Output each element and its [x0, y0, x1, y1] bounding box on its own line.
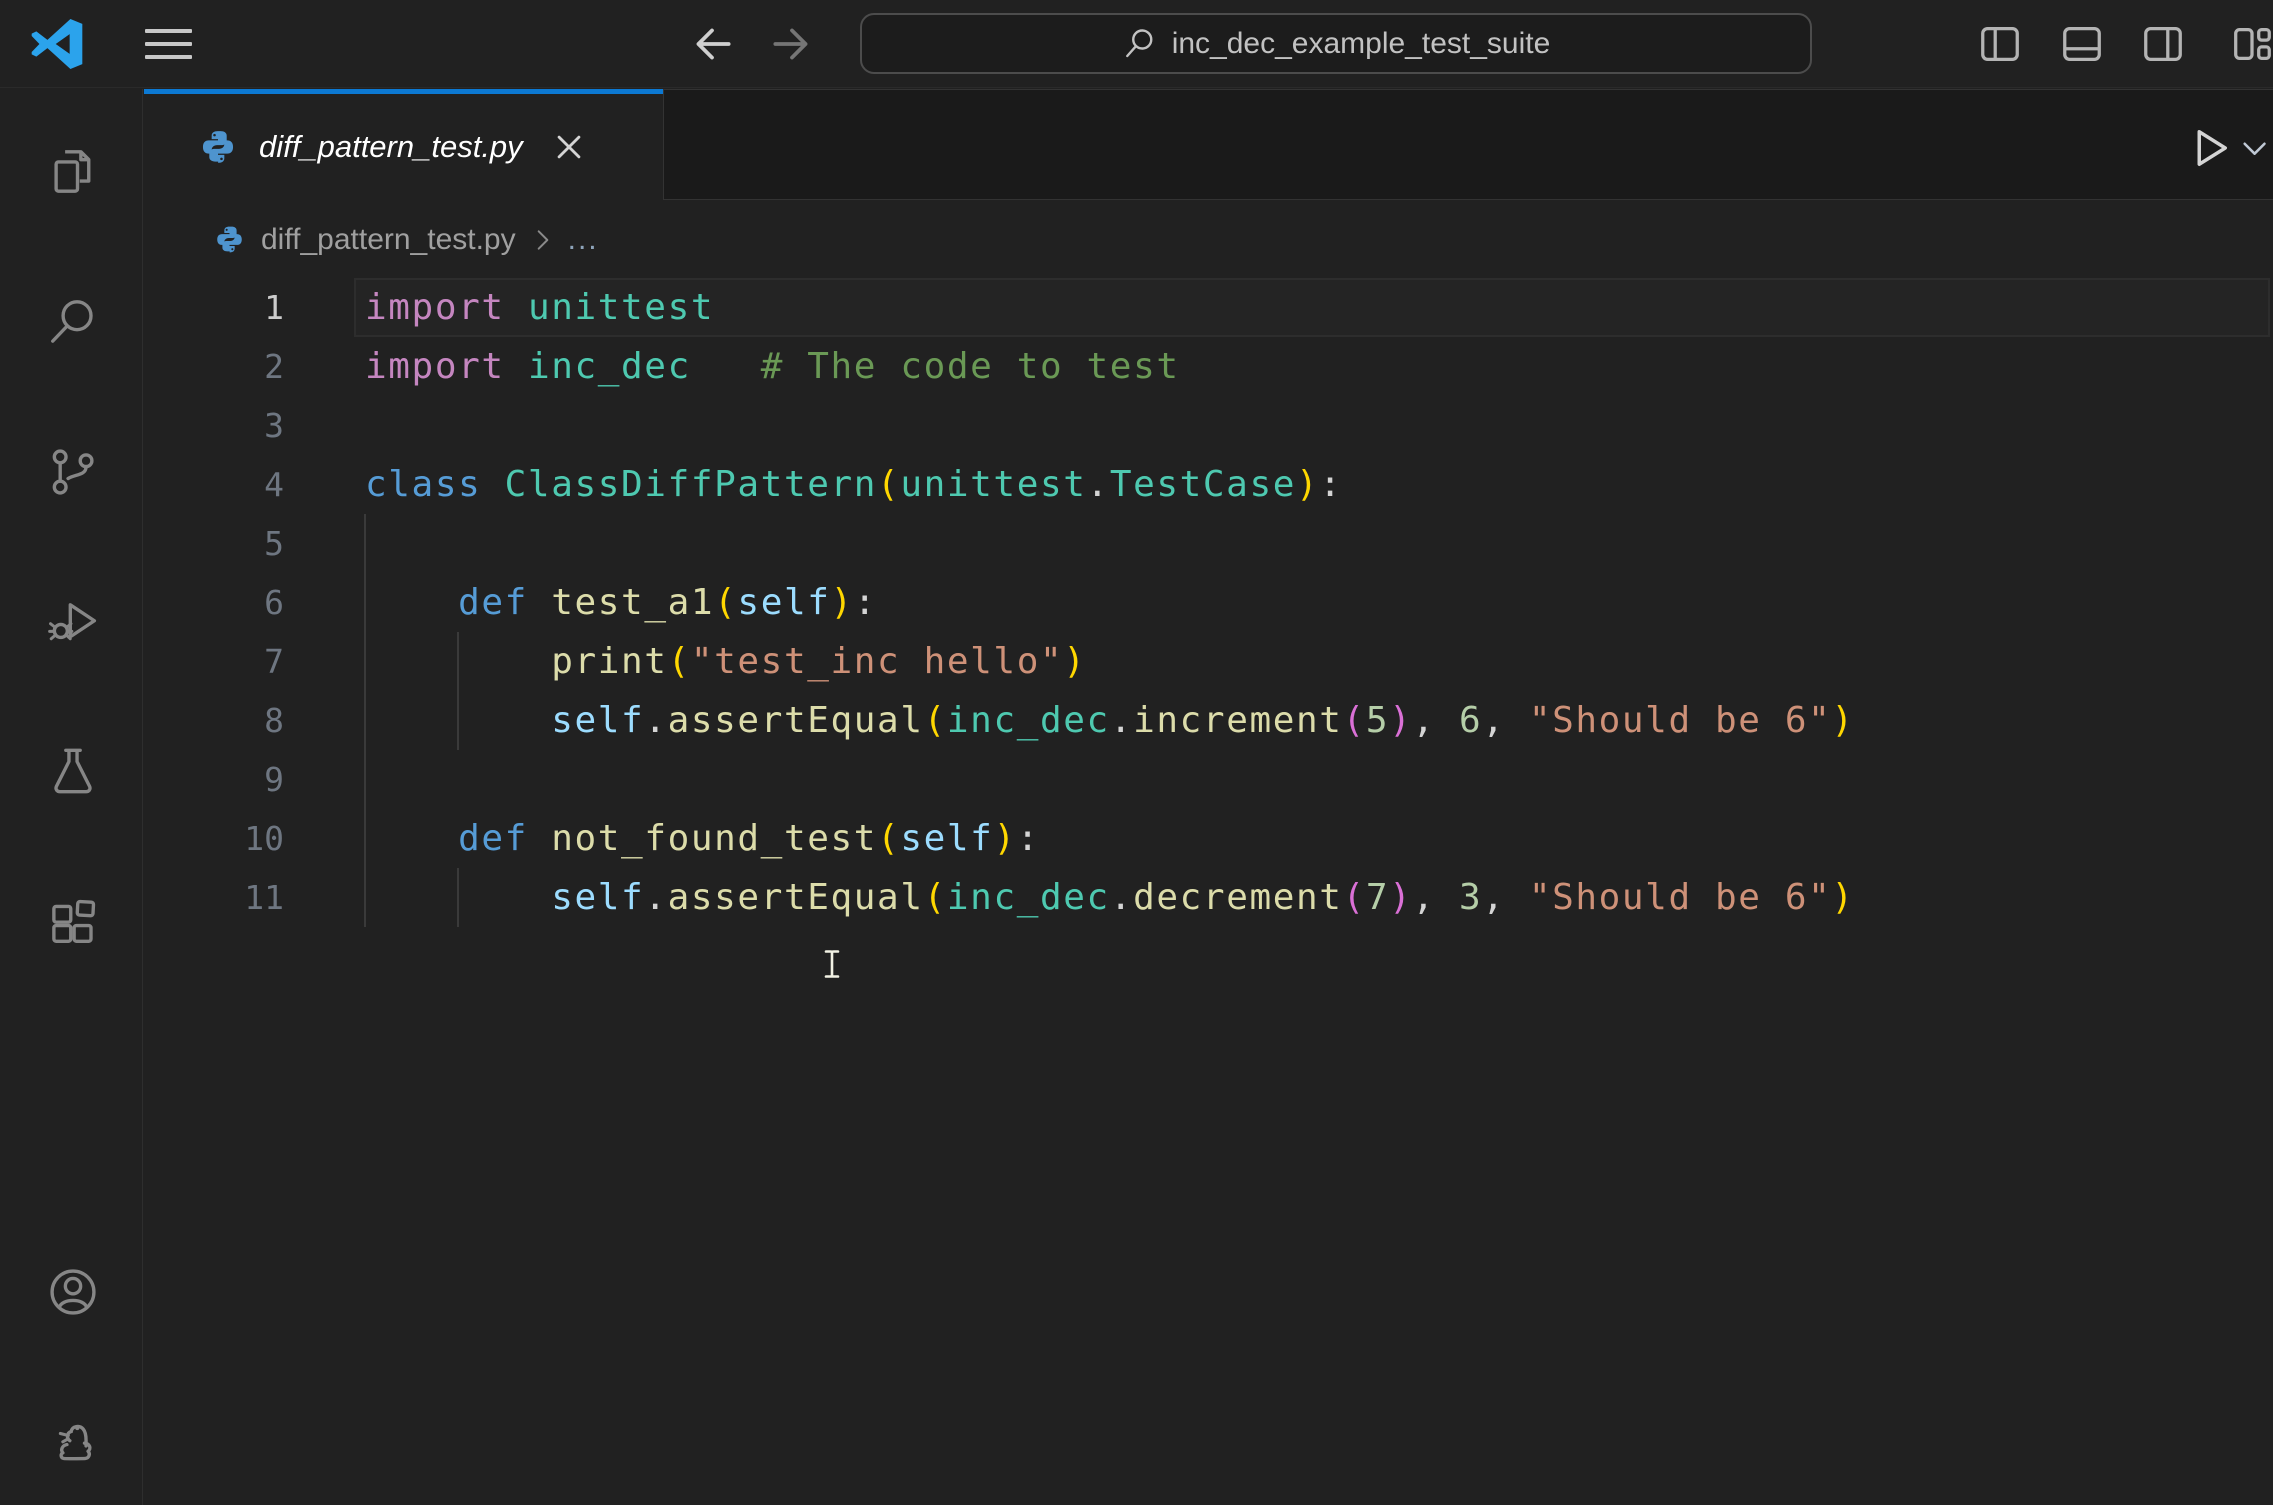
breadcrumb: diff_pattern_test.py ... [144, 201, 2273, 278]
toggle-primary-sidebar-icon[interactable] [1972, 16, 2028, 72]
python-environment-icon[interactable] [46, 1411, 100, 1465]
code-text: import inc_dec # The code to test [365, 346, 1180, 387]
code-line[interactable]: 11 self.assertEqual(inc_dec.decrement(7)… [144, 868, 2273, 927]
search-value: inc_dec_example_test_suite [1171, 26, 1551, 60]
run-and-debug-icon[interactable] [46, 594, 100, 648]
python-file-icon [214, 224, 245, 255]
line-number: 7 [264, 642, 284, 681]
run-python-file-button[interactable] [2179, 118, 2239, 178]
code-text: import unittest [365, 287, 715, 328]
line-number: 2 [264, 347, 284, 386]
accounts-icon[interactable] [46, 1265, 100, 1319]
python-file-icon [199, 128, 237, 166]
title-bar: inc_dec_example_test_suite [0, 0, 2273, 88]
tab-label: diff_pattern_test.py [259, 129, 523, 164]
line-number: 1 [264, 288, 284, 327]
code-text: def test_a1(self): [458, 582, 878, 623]
code-line[interactable]: 5 [144, 514, 2273, 573]
run-options-chevron-icon[interactable] [2239, 118, 2273, 178]
code-line[interactable]: 8 self.assertEqual(inc_dec.increment(5),… [144, 691, 2273, 750]
breadcrumb-symbol-ellipsis[interactable]: ... [568, 223, 599, 257]
line-number: 6 [264, 583, 284, 622]
line-number: 11 [244, 878, 284, 917]
testing-icon[interactable] [46, 744, 100, 798]
toggle-secondary-sidebar-icon[interactable] [2135, 16, 2191, 72]
explorer-icon[interactable] [46, 145, 100, 199]
line-number: 3 [264, 406, 284, 445]
code-line[interactable]: 7 print("test_inc hello") [144, 632, 2273, 691]
activity-bar [0, 89, 143, 1505]
code-line[interactable]: 3 [144, 396, 2273, 455]
menu-hamburger-icon[interactable] [145, 25, 192, 63]
tab-close-icon[interactable] [551, 129, 587, 165]
line-number: 9 [264, 760, 284, 799]
code-area[interactable]: 1 import unittest 2 import inc_dec # The co… [144, 278, 2273, 1505]
command-center-search[interactable]: inc_dec_example_test_suite [860, 13, 1812, 74]
toggle-panel-icon[interactable] [2054, 16, 2110, 72]
search-sidebar-icon[interactable] [46, 295, 100, 349]
vscode-logo-icon[interactable] [26, 13, 88, 75]
tab-bar-empty-space [663, 89, 2273, 200]
code-line[interactable]: 1 import unittest [144, 278, 2273, 337]
tab-diff-pattern-test[interactable]: diff_pattern_test.py [144, 89, 663, 200]
go-forward-button[interactable] [762, 14, 822, 74]
editor-group: diff_pattern_test.py diff_pattern_test.p… [144, 89, 2273, 1505]
line-number: 5 [264, 524, 284, 563]
code-text: self.assertEqual(inc_dec.decrement(7), 3… [551, 877, 1855, 918]
code-line[interactable]: 2 import inc_dec # The code to test [144, 337, 2273, 396]
tab-bar: diff_pattern_test.py [144, 89, 2273, 200]
source-control-icon[interactable] [46, 445, 100, 499]
code-text: self.assertEqual(inc_dec.increment(5), 6… [551, 700, 1855, 741]
editor-actions [2179, 113, 2273, 183]
code-text: def not_found_test(self): [458, 818, 1041, 859]
code-line[interactable]: 10 def not_found_test(self): [144, 809, 2273, 868]
code-line[interactable]: 9 [144, 750, 2273, 809]
code-text: print("test_inc hello") [551, 641, 1087, 682]
breadcrumb-filename[interactable]: diff_pattern_test.py [261, 223, 516, 257]
go-back-button[interactable] [682, 14, 742, 74]
code-line[interactable]: 6 def test_a1(self): [144, 573, 2273, 632]
customize-layout-icon[interactable] [2224, 16, 2273, 72]
line-number: 10 [244, 819, 284, 858]
line-number: 8 [264, 701, 284, 740]
code-text: class ClassDiffPattern(unittest.TestCase… [365, 464, 1343, 505]
line-number: 4 [264, 465, 284, 504]
code-line[interactable]: 4 class ClassDiffPattern(unittest.TestCas… [144, 455, 2273, 514]
chevron-right-icon [530, 227, 556, 253]
extensions-icon[interactable] [46, 894, 100, 948]
search-icon [1122, 26, 1158, 62]
